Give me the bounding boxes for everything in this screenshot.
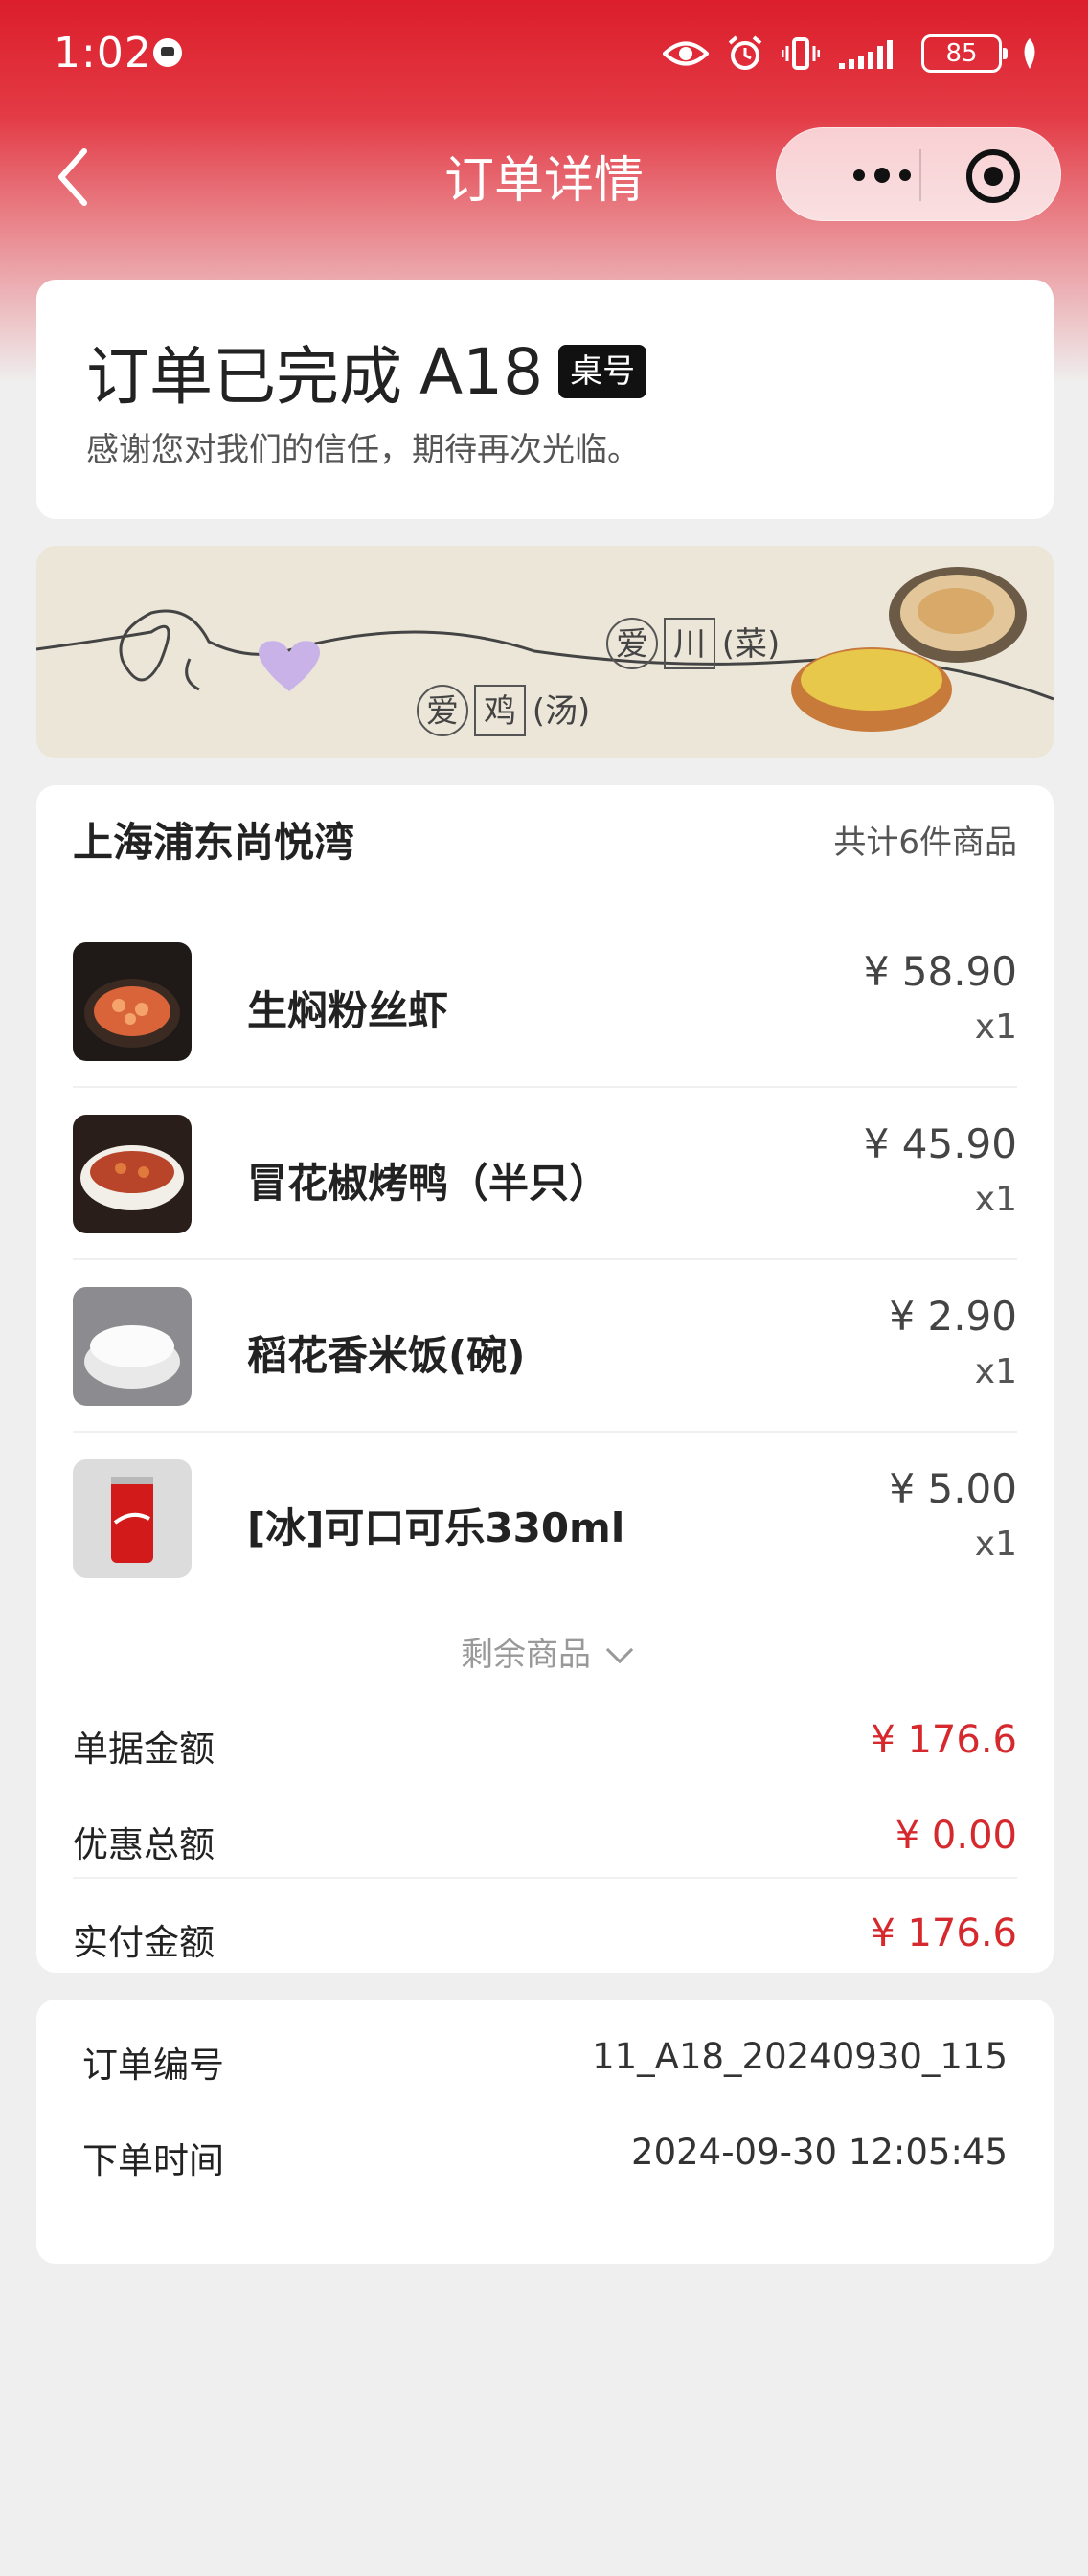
table-number: A18 <box>419 334 544 409</box>
item-price: ¥ 5.00 <box>889 1465 1017 1512</box>
paid-amount-row: 实付金额 ¥ 176.6 <box>73 1888 1017 1984</box>
list-item[interactable]: 稻花香米饭(碗) ¥ 2.90 x1 <box>73 1260 1017 1433</box>
paid-amount-label: 实付金额 <box>73 1922 215 1963</box>
item-name: 稻花香米饭(碗) <box>247 1332 526 1379</box>
more-items-label: 剩余商品 <box>461 1636 591 1674</box>
discount-row: 优惠总额 ¥ 0.00 <box>73 1791 1017 1887</box>
list-item[interactable]: 生焖粉丝虾 ¥ 58.90 x1 <box>73 915 1017 1088</box>
order-info-card: 订单编号 11_A18_20240930_115 下单时间 2024-09-30… <box>36 2000 1054 2264</box>
item-thumbnail <box>73 1287 192 1406</box>
miniprogram-capsule <box>776 127 1061 221</box>
banner-illustration: 爱 川 (菜) 爱 鸡 (汤) <box>36 567 1054 736</box>
banner-food-bowls <box>791 567 1027 732</box>
banner-char-cai: (菜) <box>722 625 781 664</box>
list-item[interactable]: [冰]可口可乐330ml ¥ 5.00 x1 <box>73 1433 1017 1605</box>
order-status-heading: 订单已完成 A18 桌号 <box>86 326 647 418</box>
discount-value: ¥ 0.00 <box>895 1814 1017 1858</box>
more-options-icon[interactable] <box>815 128 949 222</box>
banner-text-jitang: 爱 鸡 (汤) <box>417 685 591 736</box>
banner-char-ai2: 爱 <box>426 692 459 731</box>
banner-char-tang: (汤) <box>533 692 591 731</box>
item-quantity: x1 <box>974 1352 1017 1391</box>
divider <box>73 1877 1017 1879</box>
item-price: ¥ 2.90 <box>889 1293 1017 1340</box>
chevron-down-icon <box>605 1636 634 1664</box>
order-number-label: 订单编号 <box>82 2045 224 2086</box>
item-quantity: x1 <box>974 1180 1017 1219</box>
promo-banner[interactable]: 爱 川 (菜) 爱 鸡 (汤) <box>36 546 1054 758</box>
item-name: 生焖粉丝虾 <box>247 987 449 1034</box>
vibrate-icon <box>782 37 820 70</box>
item-name: [冰]可口可乐330ml <box>247 1504 625 1551</box>
status-time: 1:02 <box>54 29 152 78</box>
list-item[interactable]: 冒花椒烤鸭（半只） ¥ 45.90 x1 <box>73 1088 1017 1260</box>
banner-char-ai1: 爱 <box>616 625 648 664</box>
item-price: ¥ 45.90 <box>863 1120 1017 1167</box>
item-price: ¥ 58.90 <box>863 948 1017 995</box>
bill-amount-label: 单据金额 <box>73 1729 215 1770</box>
banner-text-chuancai: 爱 川 (菜) <box>606 618 781 669</box>
status-bar: 1:02 85 <box>0 0 1088 113</box>
order-number-value[interactable]: 11_A18_20240930_115 <box>592 2036 1008 2077</box>
capsule-divider <box>919 149 921 201</box>
eye-icon <box>663 41 709 66</box>
bill-amount-value: ¥ 176.6 <box>871 1718 1017 1762</box>
bill-amount-row: 单据金额 ¥ 176.6 <box>73 1695 1017 1791</box>
item-quantity: x1 <box>974 1525 1017 1564</box>
alarm-icon <box>728 35 762 70</box>
order-number-row: 订单编号 11_A18_20240930_115 <box>82 2036 1027 2093</box>
signal-icon <box>839 40 893 69</box>
banner-char-chuan: 川 <box>673 625 706 664</box>
close-target-icon[interactable] <box>966 149 1020 203</box>
status-icons: 85 <box>663 33 1040 75</box>
order-time-label: 下单时间 <box>82 2140 224 2181</box>
table-badge: 桌号 <box>558 345 647 398</box>
thanks-message: 感谢您对我们的信任，期待再次光临。 <box>86 431 640 469</box>
order-status-card: 订单已完成 A18 桌号 感谢您对我们的信任，期待再次光临。 <box>36 280 1054 519</box>
item-name: 冒花椒烤鸭（半只） <box>247 1160 610 1207</box>
item-thumbnail <box>73 1459 192 1578</box>
paid-amount-value: ¥ 176.6 <box>871 1911 1017 1955</box>
more-items-toggle[interactable]: 剩余商品 <box>36 1628 1054 1675</box>
discount-label: 优惠总额 <box>73 1824 215 1865</box>
order-time-value: 2024-09-30 12:05:45 <box>631 2132 1008 2173</box>
item-count: 共计6件商品 <box>833 824 1017 862</box>
order-time-row: 下单时间 2024-09-30 12:05:45 <box>82 2132 1027 2189</box>
battery-icon: 85 <box>921 34 1008 73</box>
order-status-text: 订单已完成 <box>86 340 402 414</box>
notification-app-icon <box>153 38 182 67</box>
item-thumbnail <box>73 942 192 1061</box>
order-items-card: 上海浦东尚悦湾 共计6件商品 生焖粉丝虾 ¥ 58.90 x1 冒花椒烤鸭（半只… <box>36 785 1054 1973</box>
item-quantity: x1 <box>974 1007 1017 1047</box>
store-name: 上海浦东尚悦湾 <box>73 819 355 866</box>
banner-char-ji: 鸡 <box>484 692 516 731</box>
leaf-icon <box>1024 38 1035 69</box>
item-thumbnail <box>73 1115 192 1233</box>
